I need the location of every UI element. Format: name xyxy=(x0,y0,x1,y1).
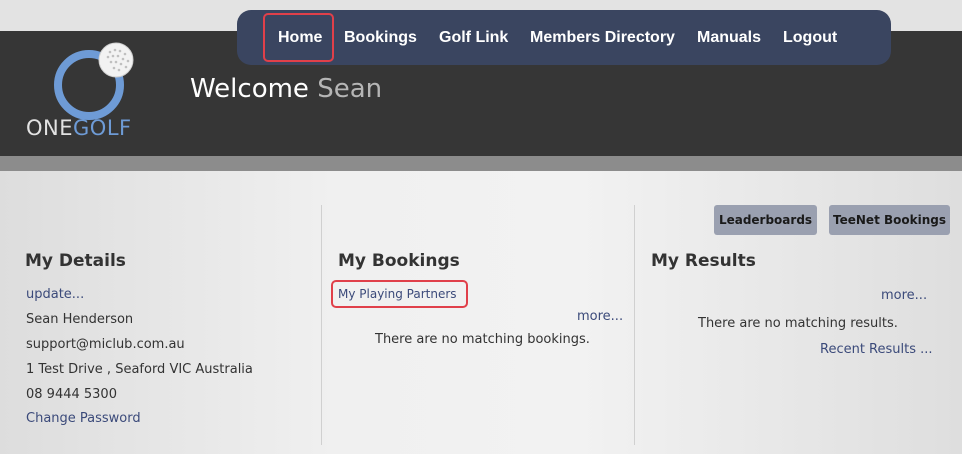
leaderboards-button[interactable]: Leaderboards xyxy=(714,205,817,235)
content-area xyxy=(0,171,962,454)
logo-one-text: ONE xyxy=(26,116,74,140)
nav-home[interactable]: Home xyxy=(278,10,322,65)
update-details-link[interactable]: update... xyxy=(26,287,84,302)
bookings-more-link[interactable]: more... xyxy=(577,309,623,324)
main-nav: Home Bookings Golf Link Members Director… xyxy=(237,10,891,65)
welcome-user-name: Sean xyxy=(317,74,383,104)
change-password-link[interactable]: Change Password xyxy=(26,411,141,426)
my-details-title: My Details xyxy=(25,251,126,271)
nav-logout[interactable]: Logout xyxy=(783,10,837,65)
welcome-greeting: Welcome xyxy=(190,74,309,104)
my-bookings-title: My Bookings xyxy=(338,251,460,271)
member-name: Sean Henderson xyxy=(26,312,134,327)
nav-bookings[interactable]: Bookings xyxy=(344,10,417,65)
nav-golf-link[interactable]: Golf Link xyxy=(439,10,508,65)
member-phone: 08 9444 5300 xyxy=(26,387,117,402)
member-email: support@miclub.com.au xyxy=(26,337,185,352)
results-more-link[interactable]: more... xyxy=(881,288,927,303)
welcome-heading: Welcome Sean xyxy=(190,74,382,104)
my-playing-partners-link[interactable]: My Playing Partners xyxy=(338,287,457,301)
recent-results-link[interactable]: Recent Results ... xyxy=(820,342,933,357)
column-divider xyxy=(321,205,322,445)
nav-members-directory[interactable]: Members Directory xyxy=(530,10,675,65)
logo-wordmark: ONEGOLF xyxy=(26,116,132,140)
no-bookings-message: There are no matching bookings. xyxy=(375,332,590,347)
member-address: 1 Test Drive , Seaford VIC Australia xyxy=(26,362,253,377)
no-results-message: There are no matching results. xyxy=(698,316,898,331)
header-divider-band xyxy=(0,156,962,171)
nav-manuals[interactable]: Manuals xyxy=(697,10,761,65)
my-results-title: My Results xyxy=(651,251,756,271)
teenet-bookings-button[interactable]: TeeNet Bookings xyxy=(829,205,950,235)
logo-golf-text: GOLF xyxy=(73,116,132,140)
column-divider xyxy=(634,205,635,445)
